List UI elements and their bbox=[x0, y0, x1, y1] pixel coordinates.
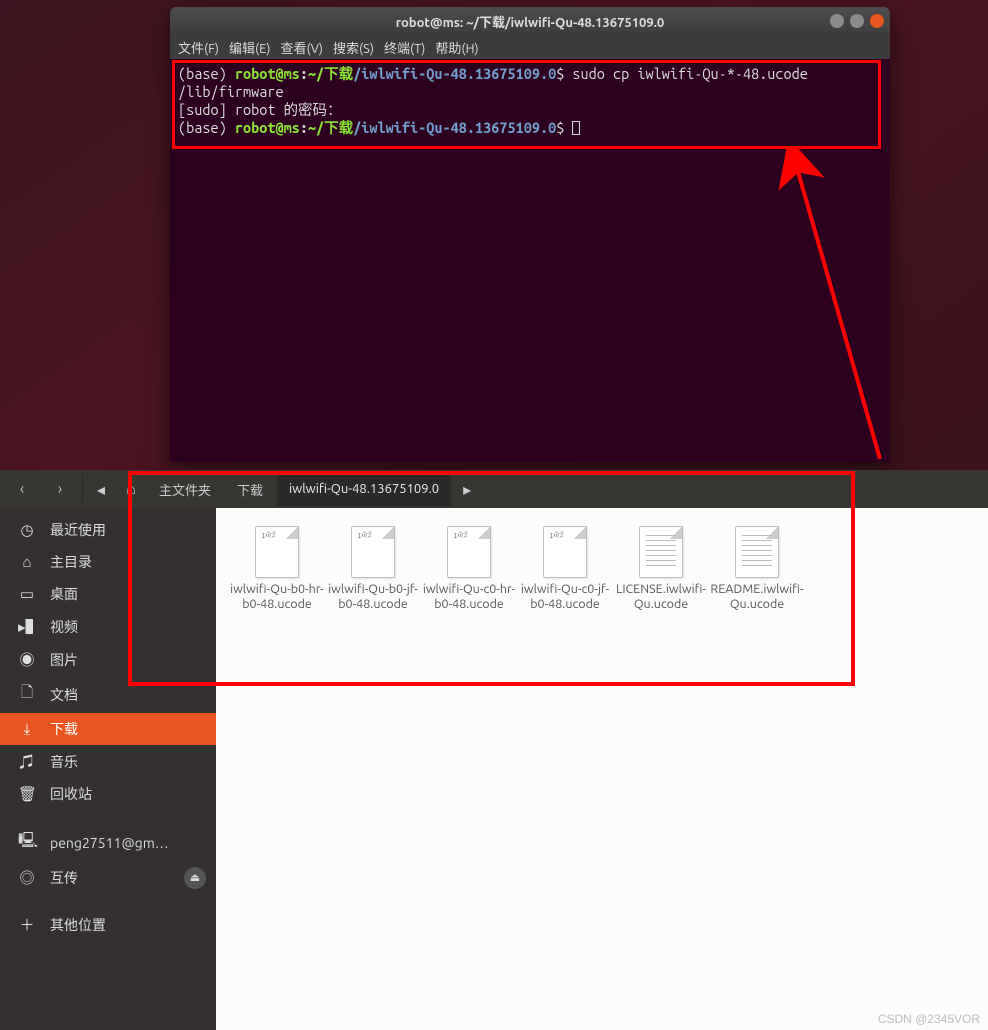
sidebar-item-label: 视频 bbox=[50, 617, 78, 637]
file-manager-window: ‹ › ◂ ⌂ 主文件夹 下载 iwlwifi-Qu-48.13675109.0… bbox=[0, 470, 988, 1030]
terminal-menubar: 文件(F) 编辑(E) 查看(V) 搜索(S) 终端(T) 帮助(H) bbox=[170, 35, 890, 59]
file-item[interactable]: iwlwifi-Qu-c0-hr-b0-48.ucode bbox=[422, 526, 516, 612]
network-icon: 🖳 bbox=[18, 830, 36, 855]
desktop-icon: ▭ bbox=[18, 585, 36, 603]
file-label: iwlwifi-Qu-c0-jf-b0-48.ucode bbox=[518, 582, 612, 612]
file-manager-content[interactable]: iwlwifi-Qu-b0-hr-b0-48.ucodeiwlwifi-Qu-b… bbox=[216, 508, 988, 1030]
sidebar-item-label: 其他位置 bbox=[50, 915, 106, 935]
sidebar-item-label: 主目录 bbox=[50, 552, 92, 572]
downloads-icon: ⤓ bbox=[18, 720, 36, 738]
sidebar-item-home[interactable]: ⌂ 主目录 bbox=[0, 546, 216, 578]
trash-icon: 🗑 bbox=[18, 785, 36, 803]
breadcrumb-downloads[interactable]: 下载 bbox=[225, 472, 275, 506]
nav-forward-button[interactable]: › bbox=[42, 472, 78, 506]
recent-icon: ◷ bbox=[18, 521, 36, 539]
sidebar-item-desktop[interactable]: ▭ 桌面 bbox=[0, 578, 216, 610]
sidebar-item-label: 下载 bbox=[50, 719, 78, 739]
nav-back-button[interactable]: ‹ bbox=[4, 472, 40, 506]
music-icon: ♫ bbox=[18, 751, 36, 772]
mount-icon: ◎ bbox=[18, 867, 36, 888]
terminal-line-1: (base) robot@ms:~/下载/iwlwifi-Qu-48.13675… bbox=[178, 65, 882, 101]
terminal-titlebar[interactable]: robot@ms: ~/下载/iwlwifi-Qu-48.13675109.0 bbox=[170, 7, 890, 35]
separator bbox=[82, 476, 83, 502]
file-item[interactable]: iwlwifi-Qu-b0-hr-b0-48.ucode bbox=[230, 526, 324, 612]
window-minimize-button[interactable] bbox=[830, 14, 844, 28]
sidebar-item-music[interactable]: ♫ 音乐 bbox=[0, 745, 216, 778]
file-label: iwlwifi-Qu-b0-jf-b0-48.ucode bbox=[326, 582, 420, 612]
file-label: LICENSE.iwlwifi-Qu.ucode bbox=[614, 582, 708, 612]
file-manager-toolbar: ‹ › ◂ ⌂ 主文件夹 下载 iwlwifi-Qu-48.13675109.0… bbox=[0, 470, 988, 508]
other-icon: ＋ bbox=[18, 914, 36, 935]
sidebar-item-other[interactable]: ＋ 其他位置 bbox=[0, 908, 216, 941]
videos-icon: ▸▌ bbox=[18, 616, 36, 637]
sidebar-item-mount[interactable]: ◎ 互传 ⏏ bbox=[0, 861, 216, 894]
sidebar-item-label: peng27511@gm… bbox=[50, 835, 169, 851]
sidebar-item-label: 文档 bbox=[50, 685, 78, 705]
file-label: iwlwifi-Qu-b0-hr-b0-48.ucode bbox=[230, 582, 324, 612]
breadcrumb-home-icon[interactable]: ⌂ bbox=[117, 480, 145, 499]
terminal-line-3: (base) robot@ms:~/下载/iwlwifi-Qu-48.13675… bbox=[178, 119, 882, 137]
file-item[interactable]: README.iwlwifi-Qu.ucode bbox=[710, 526, 804, 612]
sidebar-item-label: 桌面 bbox=[50, 584, 78, 604]
watermark: CSDN @2345VOR bbox=[878, 1012, 980, 1026]
menu-view[interactable]: 查看(V) bbox=[281, 38, 323, 57]
menu-file[interactable]: 文件(F) bbox=[178, 38, 219, 57]
breadcrumb-next-icon[interactable]: ▸ bbox=[453, 480, 481, 499]
annotation-arrow bbox=[580, 149, 890, 462]
breadcrumb-current[interactable]: iwlwifi-Qu-48.13675109.0 bbox=[277, 472, 451, 506]
text-file-icon bbox=[735, 526, 779, 578]
binary-file-icon bbox=[351, 526, 395, 578]
documents-icon: 🗋 bbox=[18, 682, 36, 707]
sidebar-item-trash[interactable]: 🗑 回收站 bbox=[0, 778, 216, 810]
file-label: iwlwifi-Qu-c0-hr-b0-48.ucode bbox=[422, 582, 516, 612]
window-maximize-button[interactable] bbox=[850, 14, 864, 28]
breadcrumb-prev-icon[interactable]: ◂ bbox=[87, 480, 115, 499]
sidebar-item-recent[interactable]: ◷ 最近使用 bbox=[0, 514, 216, 546]
menu-terminal[interactable]: 终端(T) bbox=[384, 38, 425, 57]
home-icon: ⌂ bbox=[18, 553, 36, 571]
file-item[interactable]: iwlwifi-Qu-b0-jf-b0-48.ucode bbox=[326, 526, 420, 612]
sidebar-item-documents[interactable]: 🗋 文档 bbox=[0, 676, 216, 713]
sidebar-item-label: 互传 bbox=[50, 868, 78, 888]
pictures-icon: ◉ bbox=[18, 649, 36, 670]
terminal-line-2: [sudo] robot 的密码： bbox=[178, 101, 882, 119]
file-label: README.iwlwifi-Qu.ucode bbox=[710, 582, 804, 612]
sidebar-item-label: 图片 bbox=[50, 650, 78, 670]
terminal-window: robot@ms: ~/下载/iwlwifi-Qu-48.13675109.0 … bbox=[170, 7, 890, 462]
sidebar-item-network[interactable]: 🖳 peng27511@gm… bbox=[0, 824, 216, 861]
terminal-title: robot@ms: ~/下载/iwlwifi-Qu-48.13675109.0 bbox=[178, 12, 882, 31]
menu-edit[interactable]: 编辑(E) bbox=[229, 38, 270, 57]
menu-help[interactable]: 帮助(H) bbox=[435, 38, 478, 57]
file-manager-sidebar: ◷ 最近使用 ⌂ 主目录 ▭ 桌面 ▸▌ 视频 ◉ 图片 🗋 文档 ⤓ 下载 ♫ 音乐 🗑 回收站 🖳 peng275… bbox=[0, 508, 216, 1030]
sidebar-item-label: 最近使用 bbox=[50, 520, 106, 540]
breadcrumb-home[interactable]: 主文件夹 bbox=[147, 472, 223, 506]
sidebar-item-pictures[interactable]: ◉ 图片 bbox=[0, 643, 216, 676]
binary-file-icon bbox=[447, 526, 491, 578]
text-file-icon bbox=[639, 526, 683, 578]
binary-file-icon bbox=[543, 526, 587, 578]
terminal-body[interactable]: (base) robot@ms:~/下载/iwlwifi-Qu-48.13675… bbox=[170, 59, 890, 462]
file-item[interactable]: iwlwifi-Qu-c0-jf-b0-48.ucode bbox=[518, 526, 612, 612]
sidebar-item-videos[interactable]: ▸▌ 视频 bbox=[0, 610, 216, 643]
binary-file-icon bbox=[255, 526, 299, 578]
window-close-button[interactable] bbox=[870, 14, 884, 28]
sidebar-item-label: 音乐 bbox=[50, 752, 78, 772]
file-item[interactable]: LICENSE.iwlwifi-Qu.ucode bbox=[614, 526, 708, 612]
menu-search[interactable]: 搜索(S) bbox=[333, 38, 374, 57]
sidebar-item-downloads[interactable]: ⤓ 下载 bbox=[0, 713, 216, 745]
sidebar-item-label: 回收站 bbox=[50, 784, 92, 804]
terminal-cursor bbox=[572, 121, 580, 135]
eject-icon[interactable]: ⏏ bbox=[184, 867, 206, 889]
